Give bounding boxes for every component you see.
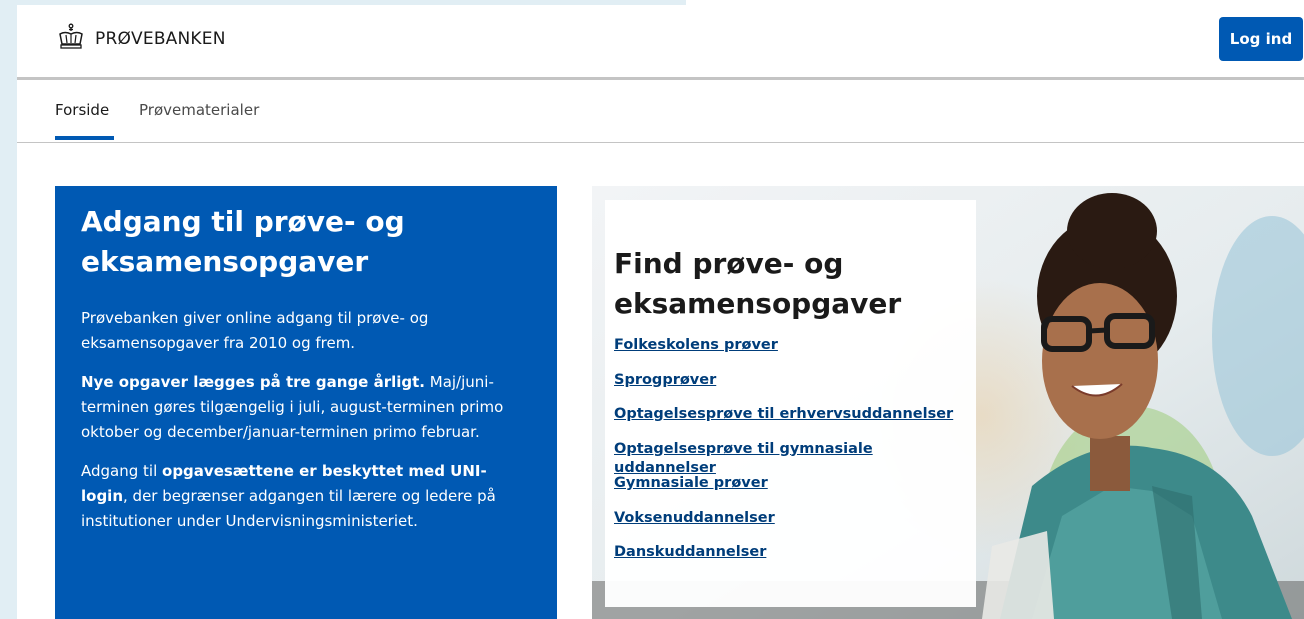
link-sprogprover[interactable]: Sprogprøver [614,372,716,388]
list-item: Folkeskolens prøver [614,334,968,369]
site-header: PRØVEBANKEN Log ind [17,5,1304,77]
nav-active-indicator [55,136,114,140]
link-voksenuddannelser[interactable]: Voksenuddannelser [614,510,775,526]
logo-text: PRØVEBANKEN [95,29,226,49]
main-nav: Forside Prøvematerialer [17,80,1304,143]
link-optagelsesprove-gymnasial[interactable]: Optagelsesprøve til gymnasiale uddannels… [614,441,873,476]
crown-icon [55,23,87,55]
list-item: Gymnasiale prøver [614,472,968,507]
link-danskuddannelser[interactable]: Danskuddannelser [614,544,766,560]
site-logo[interactable]: PRØVEBANKEN [55,23,226,55]
left-background-strip [0,0,17,619]
link-optagelsesprove-erhverv[interactable]: Optagelsesprøve til erhvervsuddannelser [614,406,953,422]
hero-access-text: Adgang til opgavesættene er beskyttet me… [81,462,496,530]
login-button[interactable]: Log ind [1219,17,1303,61]
list-item: Danskuddannelser [614,541,968,576]
hero-title: Adgang til prøve- og eksamensopgaver [81,205,405,278]
nav-item-provematerialer[interactable]: Prøvematerialer [139,101,259,119]
find-exams-box: Find prøve- og eksamensopgaver Folkeskol… [605,200,976,607]
hero-panel: Adgang til prøve- og eksamensopgaver Prø… [55,186,557,619]
list-item: Optagelsesprøve til erhvervsuddannelser [614,403,968,438]
link-folkeskolens-prover[interactable]: Folkeskolens prøver [614,337,778,353]
list-item: Optagelsesprøve til gymnasiale uddannels… [614,438,968,476]
list-item: Sprogprøver [614,369,968,404]
hero-schedule-text: Nye opgaver lægges på tre gange årligt. … [81,373,504,441]
exam-category-list: Folkeskolens prøver Sprogprøver Optagels… [614,334,968,576]
list-item: Voksenuddannelser [614,507,968,542]
link-gymnasiale-prover[interactable]: Gymnasiale prøver [614,475,768,491]
hero-intro-text: Prøvebanken giver online adgang til prøv… [81,309,429,352]
find-title: Find prøve- og eksamensopgaver [614,247,902,320]
nav-item-forside[interactable]: Forside [55,101,109,119]
